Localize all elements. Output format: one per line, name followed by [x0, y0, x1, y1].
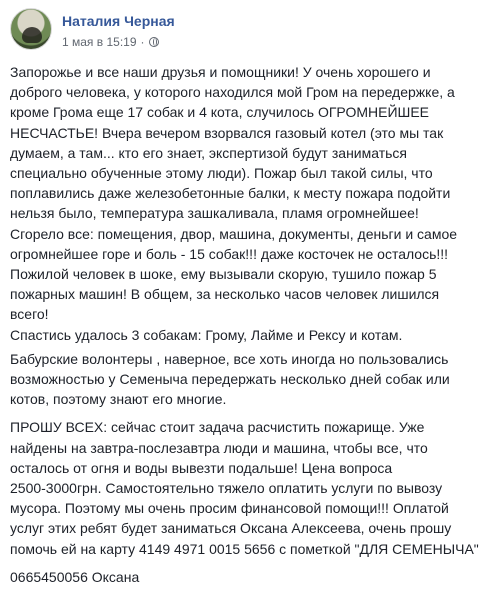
globe-icon[interactable]: [148, 37, 159, 47]
post-paragraph: ПРОШУ ВСЕХ: сейчас стоит задача расчисти…: [10, 419, 479, 557]
separator-dot: ·: [140, 35, 145, 49]
post-paragraph: Запорожье и все наши друзья и помощники!…: [10, 64, 458, 343]
post-meta: 1 мая в 15:19 ·: [62, 35, 159, 49]
post-paragraph: Бабурские волонтеры , наверное, все хоть…: [10, 350, 450, 408]
post-paragraph: 0665450056 Оксана: [10, 568, 140, 585]
avatar[interactable]: [10, 8, 52, 50]
post-date[interactable]: 1 мая в 15:19: [62, 35, 137, 49]
post-body: Запорожье и все наши друзья и помощники!…: [10, 62, 496, 595]
post-header: Наталия Черная 1 мая в 15:19 ·: [10, 8, 494, 52]
author-name[interactable]: Наталия Черная: [62, 13, 175, 29]
